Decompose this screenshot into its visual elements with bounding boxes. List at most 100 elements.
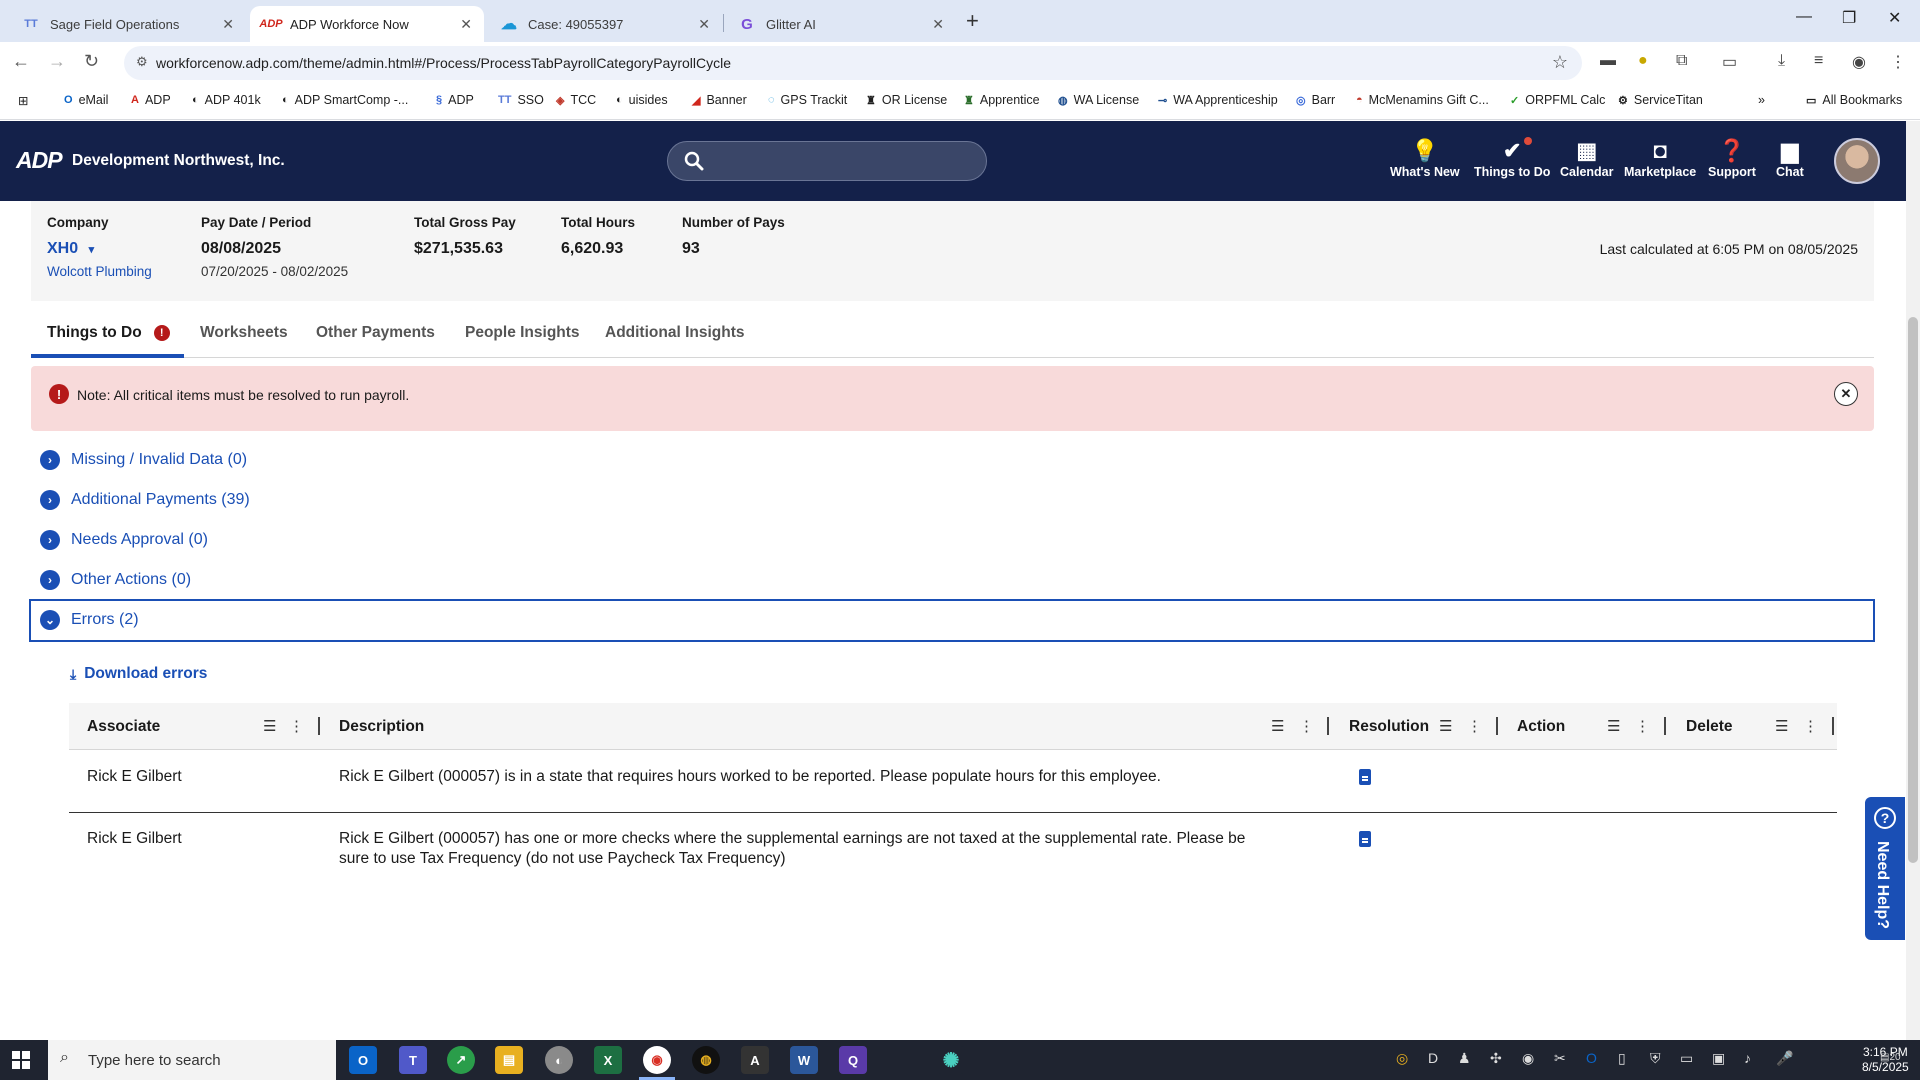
section-additional-payments[interactable]: › Additional Payments (39)	[40, 485, 250, 515]
filter-icon[interactable]: ☰	[1271, 717, 1284, 735]
file-explorer-icon[interactable]: ▤	[495, 1046, 523, 1074]
column-resize-handle[interactable]	[1832, 717, 1834, 735]
bookmark-adp-2[interactable]: § ADP	[436, 93, 474, 107]
close-tab-icon[interactable]: ✕	[932, 16, 944, 33]
bookmark-barr[interactable]: ◎ Barr	[1296, 93, 1335, 107]
bookmark-apprentice[interactable]: ♜ Apprentice	[964, 93, 1040, 107]
excel-app-icon[interactable]: X	[594, 1046, 622, 1074]
bookmark-star-icon[interactable]: ☆	[1552, 52, 1568, 73]
close-tab-icon[interactable]: ✕	[460, 16, 472, 33]
url-text[interactable]: workforcenow.adp.com/theme/admin.html#/P…	[156, 55, 731, 71]
tray-app-icon[interactable]: D	[1428, 1050, 1438, 1066]
bookmark-adp[interactable]: A ADP	[131, 93, 171, 107]
column-menu-icon[interactable]: ⋮	[289, 717, 304, 735]
company-code-dropdown[interactable]: XH0 ▾	[47, 240, 152, 258]
teams-tray-icon[interactable]: ♟	[1458, 1050, 1471, 1067]
tray-app-icon[interactable]: ✂	[1554, 1050, 1566, 1067]
acrobat-app-icon[interactable]: A	[741, 1046, 769, 1074]
taskbar-search-input[interactable]: ⌕ Type here to search	[48, 1040, 336, 1080]
nav-calendar[interactable]: ▦ Calendar	[1560, 137, 1614, 179]
section-missing-invalid-data[interactable]: › Missing / Invalid Data (0)	[40, 445, 247, 475]
tab-additional-insights[interactable]: Additional Insights	[605, 324, 745, 342]
battery-icon[interactable]: ▭	[1680, 1050, 1693, 1067]
adp-logo[interactable]: ADP	[16, 147, 63, 174]
column-header-delete[interactable]: Delete	[1686, 718, 1733, 736]
column-menu-icon[interactable]: ⋮	[1467, 717, 1482, 735]
address-bar[interactable]: ⚙ workforcenow.adp.com/theme/admin.html#…	[124, 46, 1582, 80]
nav-things-to-do[interactable]: ✔ Things to Do	[1474, 137, 1550, 179]
bookmark-adp-smartcomp[interactable]: ◐ ADP SmartComp -...	[282, 93, 408, 107]
scrollbar-thumb[interactable]	[1908, 317, 1918, 863]
outlook-tray-icon[interactable]: O	[1586, 1050, 1597, 1066]
new-tab-icon[interactable]: +	[966, 8, 979, 34]
green-app-icon[interactable]: ↗	[447, 1046, 475, 1074]
page-scrollbar[interactable]	[1906, 121, 1920, 1040]
tab-people-insights[interactable]: People Insights	[465, 324, 580, 342]
teams-app-icon[interactable]: T	[399, 1046, 427, 1074]
close-window-icon[interactable]: ✕	[1888, 8, 1901, 28]
app-icon[interactable]: Q	[839, 1046, 867, 1074]
microphone-icon[interactable]: 🎤	[1776, 1050, 1793, 1067]
browser-tab-adp[interactable]: ADP ADP Workforce Now ✕	[250, 6, 484, 42]
site-info-icon[interactable]: ⚙	[136, 54, 148, 70]
close-alert-icon[interactable]: ✕	[1834, 382, 1858, 406]
column-menu-icon[interactable]: ⋮	[1803, 717, 1818, 735]
browser-tab-glitter[interactable]: G Glitter AI ✕	[726, 6, 956, 42]
global-search-input[interactable]	[667, 141, 987, 181]
column-header-description[interactable]: Description	[339, 718, 424, 736]
bookmark-servicetitan[interactable]: ⚙ ServiceTitan	[1618, 93, 1703, 107]
app-icon[interactable]: ◍	[692, 1046, 720, 1074]
volume-icon[interactable]: ♪	[1744, 1050, 1751, 1066]
bookmark-email[interactable]: OeMail	[64, 93, 108, 107]
nav-chat[interactable]: ▆ Chat	[1776, 137, 1804, 179]
menu-icon[interactable]: ⋮	[1890, 52, 1906, 72]
bookmark-orpfml-calc[interactable]: ✓ ORPFML Calc	[1510, 93, 1605, 107]
column-resize-handle[interactable]	[1664, 717, 1666, 735]
company-name-link[interactable]: Wolcott Plumbing	[47, 264, 152, 279]
download-errors-link[interactable]: ⤓ Download errors	[70, 665, 207, 683]
filter-icon[interactable]: ☰	[1607, 717, 1620, 735]
extension-icon[interactable]: ▬	[1600, 52, 1616, 70]
tray-app-icon[interactable]: ◉	[1522, 1050, 1534, 1067]
bookmark-or-license[interactable]: ♜ OR License	[866, 93, 947, 107]
column-resize-handle[interactable]	[1496, 717, 1498, 735]
bookmark-gps-trackit[interactable]: ◌ GPS Trackit	[768, 93, 847, 107]
resolution-document-icon[interactable]	[1359, 831, 1371, 847]
column-resize-handle[interactable]	[1327, 717, 1329, 735]
tab-other-payments[interactable]: Other Payments	[316, 324, 435, 342]
app-icon[interactable]: ◐	[545, 1046, 573, 1074]
browser-tab-case[interactable]: ☁ Case: 49055397 ✕	[488, 6, 722, 42]
minimize-icon[interactable]: —	[1796, 8, 1812, 26]
extension-icon[interactable]: ●	[1638, 52, 1648, 70]
close-tab-icon[interactable]: ✕	[222, 16, 234, 33]
chrome-app-icon[interactable]: ◉	[643, 1046, 671, 1074]
apps-grid-icon[interactable]: ⊞	[18, 93, 28, 108]
filter-icon[interactable]: ☰	[1439, 717, 1452, 735]
more-bookmarks-icon[interactable]: »	[1758, 93, 1765, 107]
bookmark-sso[interactable]: TT SSO	[498, 93, 544, 107]
tray-app-icon[interactable]: ◎	[1396, 1050, 1408, 1067]
restore-icon[interactable]: ❐	[1842, 8, 1856, 28]
column-header-action[interactable]: Action	[1517, 718, 1565, 736]
need-help-button[interactable]: ? Need Help?	[1865, 797, 1905, 940]
section-other-actions[interactable]: › Other Actions (0)	[40, 565, 191, 595]
word-app-icon[interactable]: W	[790, 1046, 818, 1074]
column-header-resolution[interactable]: Resolution	[1349, 718, 1429, 736]
bookmark-wa-license[interactable]: ◍ WA License	[1058, 93, 1139, 107]
outlook-app-icon[interactable]: O	[349, 1046, 377, 1074]
column-header-associate[interactable]: Associate	[87, 718, 160, 736]
tray-app-icon[interactable]: ✣	[1490, 1050, 1502, 1067]
reload-icon[interactable]: ↻	[84, 51, 99, 72]
nav-whats-new[interactable]: 💡 What's New	[1390, 137, 1460, 179]
all-bookmarks[interactable]: ▭ All Bookmarks	[1806, 93, 1902, 107]
app-icon[interactable]: ✺	[937, 1046, 965, 1074]
filter-icon[interactable]: ☰	[1775, 717, 1788, 735]
download-icon[interactable]: ⤓	[1778, 52, 1785, 70]
network-icon[interactable]: ▣	[1712, 1050, 1725, 1067]
bookmark-banner[interactable]: ◢ Banner	[692, 93, 747, 107]
bookmark-tcc[interactable]: ◈ TCC	[556, 93, 596, 107]
bookmark-uisides[interactable]: ◐ uisides	[616, 93, 668, 107]
forward-icon[interactable]: →	[48, 51, 66, 72]
security-tray-icon[interactable]: ⛨	[1650, 1050, 1661, 1067]
user-avatar[interactable]	[1834, 138, 1880, 184]
